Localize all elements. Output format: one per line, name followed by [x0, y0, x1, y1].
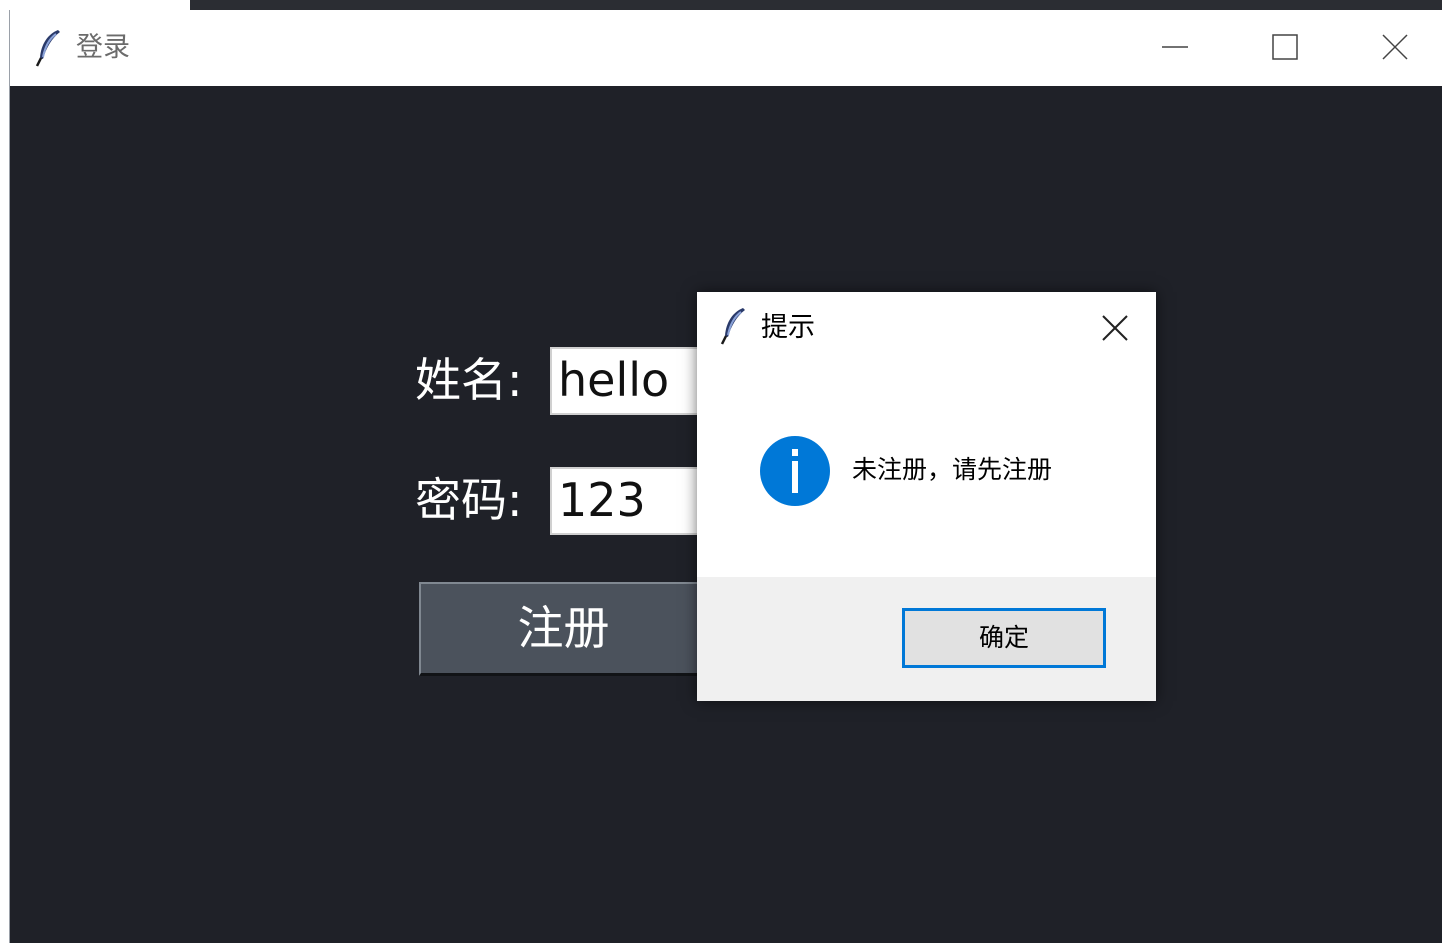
dialog-close-button[interactable]	[1089, 306, 1141, 350]
info-icon	[760, 436, 830, 506]
feather-icon	[720, 308, 745, 345]
register-button[interactable]: 注册	[419, 582, 709, 676]
info-dialog: 提示 未注册，请先注册 确定	[697, 292, 1156, 701]
window-title: 登录	[76, 32, 130, 63]
name-label: 姓名:	[415, 353, 523, 407]
close-button[interactable]	[1340, 10, 1442, 86]
title-bar: 登录	[10, 10, 1442, 86]
desktop-background	[0, 0, 1442, 10]
maximize-icon	[1272, 34, 1298, 60]
minimize-button[interactable]	[1120, 10, 1230, 86]
feather-icon	[35, 30, 60, 67]
name-input[interactable]: hello	[550, 347, 720, 415]
close-icon	[1102, 315, 1128, 341]
minimize-icon	[1162, 46, 1188, 48]
password-input[interactable]: 123	[550, 467, 720, 535]
maximize-button[interactable]	[1230, 10, 1340, 86]
background-window-edge	[190, 0, 1442, 10]
dialog-title: 提示	[761, 312, 815, 343]
dialog-footer: 确定	[697, 577, 1156, 701]
ok-button[interactable]: 确定	[902, 608, 1106, 668]
close-icon	[1382, 34, 1408, 60]
password-label: 密码:	[415, 473, 523, 527]
dialog-message: 未注册，请先注册	[852, 455, 1053, 484]
